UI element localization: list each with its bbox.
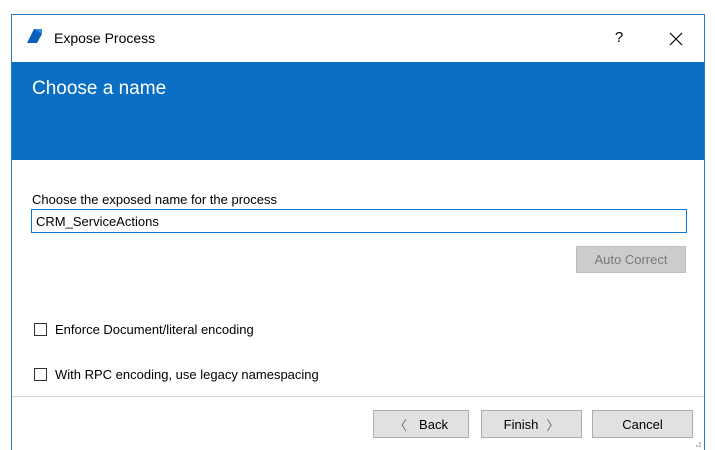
finish-button-label: Finish: [503, 416, 539, 432]
cancel-button[interactable]: Cancel: [592, 410, 693, 438]
close-button[interactable]: [662, 25, 690, 51]
dialog-content: Choose the exposed name for the process …: [12, 160, 704, 400]
close-icon: [669, 32, 683, 46]
exposed-name-input[interactable]: [31, 209, 687, 233]
page-title: Choose a name: [32, 78, 167, 99]
resize-grip-icon[interactable]: [692, 438, 702, 448]
enforce-document-literal-option[interactable]: Enforce Document/literal encoding: [34, 320, 254, 338]
enforce-document-literal-label: Enforce Document/literal encoding: [55, 321, 254, 337]
header-banner: Choose a name: [12, 62, 704, 160]
auto-correct-button[interactable]: Auto Correct: [576, 246, 686, 273]
dialog-footer: 〈 Back Finish 〉 Cancel: [12, 397, 704, 450]
window-title: Expose Process: [54, 30, 156, 46]
legacy-namespacing-checkbox[interactable]: [34, 367, 47, 381]
legacy-namespacing-option[interactable]: With RPC encoding, use legacy namespacin…: [34, 365, 319, 383]
back-button-label: Back: [419, 416, 448, 432]
chevron-right-icon: 〉: [546, 417, 560, 433]
chevron-left-icon: 〈: [394, 417, 408, 433]
back-button[interactable]: 〈 Back: [373, 410, 469, 438]
title-bar: Expose Process ?: [12, 15, 704, 62]
app-logo-icon: [27, 29, 42, 43]
enforce-document-literal-checkbox[interactable]: [34, 322, 47, 336]
legacy-namespacing-label: With RPC encoding, use legacy namespacin…: [55, 366, 319, 382]
finish-button[interactable]: Finish 〉: [481, 410, 582, 438]
expose-process-dialog: Expose Process ? Choose a name Choose th…: [11, 14, 705, 450]
help-button[interactable]: ?: [608, 27, 630, 49]
name-field-label: Choose the exposed name for the process: [32, 192, 277, 207]
